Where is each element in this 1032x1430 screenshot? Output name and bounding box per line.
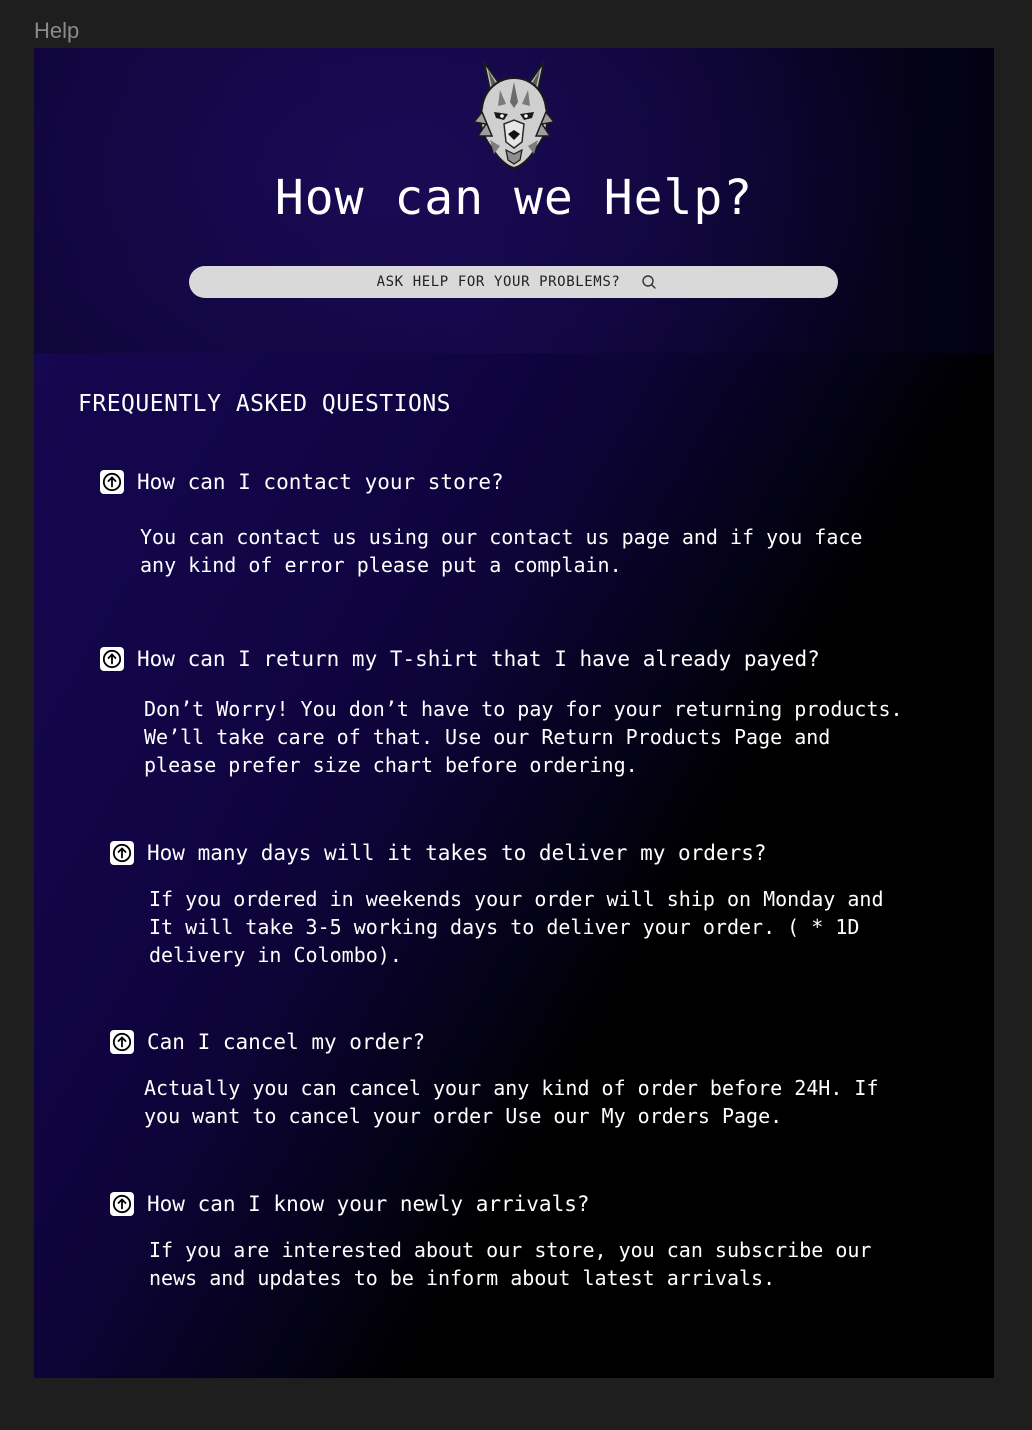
faq-question[interactable]: Can I cancel my order? <box>110 1030 425 1054</box>
faq-item: How can I know your newly arrivals? <box>110 1192 590 1216</box>
page-title: How can we Help? <box>274 170 754 226</box>
faq-question-label: How can I contact your store? <box>137 470 504 494</box>
faq-question-label: How can I return my T-shirt that I have … <box>137 647 820 671</box>
faq-question[interactable]: How can I contact your store? <box>100 470 504 494</box>
faq-answer: If you are interested about our store, y… <box>149 1238 872 1290</box>
wolf-logo-icon <box>472 61 556 170</box>
faq-item: How can I contact your store? <box>100 470 504 494</box>
faq-question-label: How many days will it takes to deliver m… <box>147 841 767 865</box>
faq-answer: Actually you can cancel your any kind of… <box>144 1076 879 1128</box>
faq-question[interactable]: How can I know your newly arrivals? <box>110 1192 590 1216</box>
help-page: How can we Help? FREQUENTLY ASKED QUESTI… <box>34 48 994 1378</box>
faq-section: FREQUENTLY ASKED QUESTIONS How can I con… <box>34 353 994 1378</box>
frame-label: Help <box>34 18 80 43</box>
faq-item: Can I cancel my order? <box>110 1030 425 1054</box>
search-icon[interactable] <box>641 274 657 290</box>
faq-question-label: How can I know your newly arrivals? <box>147 1192 590 1216</box>
arrow-up-icon[interactable] <box>110 1192 134 1216</box>
arrow-up-icon[interactable] <box>110 1030 134 1054</box>
faq-question[interactable]: How can I return my T-shirt that I have … <box>100 647 820 671</box>
faq-question-label: Can I cancel my order? <box>147 1030 426 1054</box>
arrow-up-icon[interactable] <box>100 470 124 494</box>
faq-answer: If you ordered in weekends your order wi… <box>149 887 884 967</box>
faq-answer: You can contact us using our contact us … <box>140 525 863 577</box>
faq-item: How can I return my T-shirt that I have … <box>100 647 820 671</box>
search-bar[interactable] <box>189 266 838 298</box>
search-input[interactable] <box>370 274 627 290</box>
arrow-up-icon[interactable] <box>110 841 134 865</box>
arrow-up-icon[interactable] <box>100 647 124 671</box>
faq-answer: Don’t Worry! You don’t have to pay for y… <box>144 697 903 777</box>
hero-section: How can we Help? <box>34 48 994 353</box>
faq-heading: FREQUENTLY ASKED QUESTIONS <box>78 391 452 417</box>
faq-question[interactable]: How many days will it takes to deliver m… <box>110 841 767 865</box>
faq-item: How many days will it takes to deliver m… <box>110 841 767 865</box>
